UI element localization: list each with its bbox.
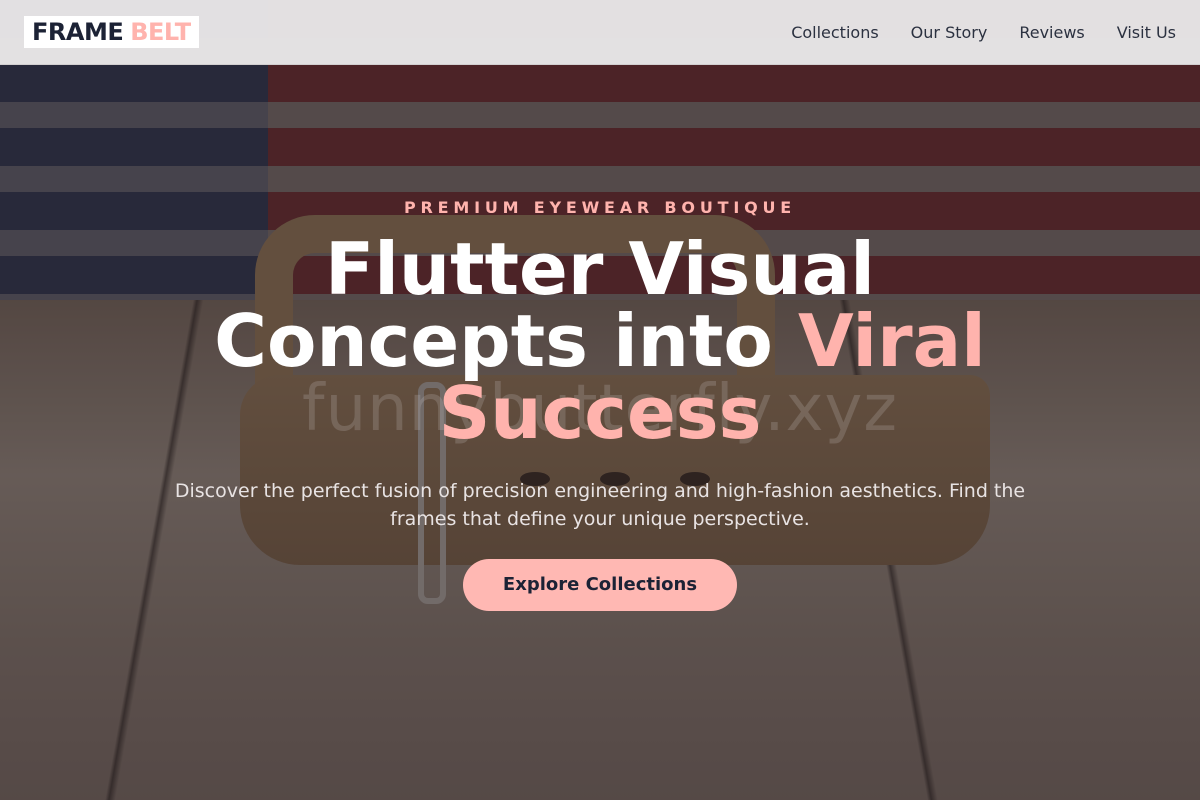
nav-link-our-story[interactable]: Our Story — [911, 23, 988, 42]
brand-logo-accent: BELT — [130, 18, 191, 46]
brand-logo-main: FRAME — [32, 18, 124, 46]
hero-eyebrow: PREMIUM EYEWEAR BOUTIQUE — [403, 198, 796, 217]
hero-title: Flutter Visual Concepts into Viral Succe… — [0, 233, 1200, 449]
nav-link-reviews[interactable]: Reviews — [1019, 23, 1084, 42]
hero-title-line2-accent: Viral — [797, 299, 986, 383]
site-header: FRAME BELT Collections Our Story Reviews… — [0, 0, 1200, 65]
hero-section: PREMIUM EYEWEAR BOUTIQUE Flutter Visual … — [0, 198, 1200, 611]
hero-title-line3-accent: Success — [438, 371, 762, 455]
nav-link-visit-us[interactable]: Visit Us — [1117, 23, 1176, 42]
hero-subtitle: Discover the perfect fusion of precision… — [174, 480, 1026, 530]
explore-collections-button[interactable]: Explore Collections — [463, 559, 737, 611]
nav-link-collections[interactable]: Collections — [791, 23, 878, 42]
brand-logo[interactable]: FRAME BELT — [24, 16, 199, 48]
main-nav: Collections Our Story Reviews Visit Us — [791, 23, 1176, 42]
